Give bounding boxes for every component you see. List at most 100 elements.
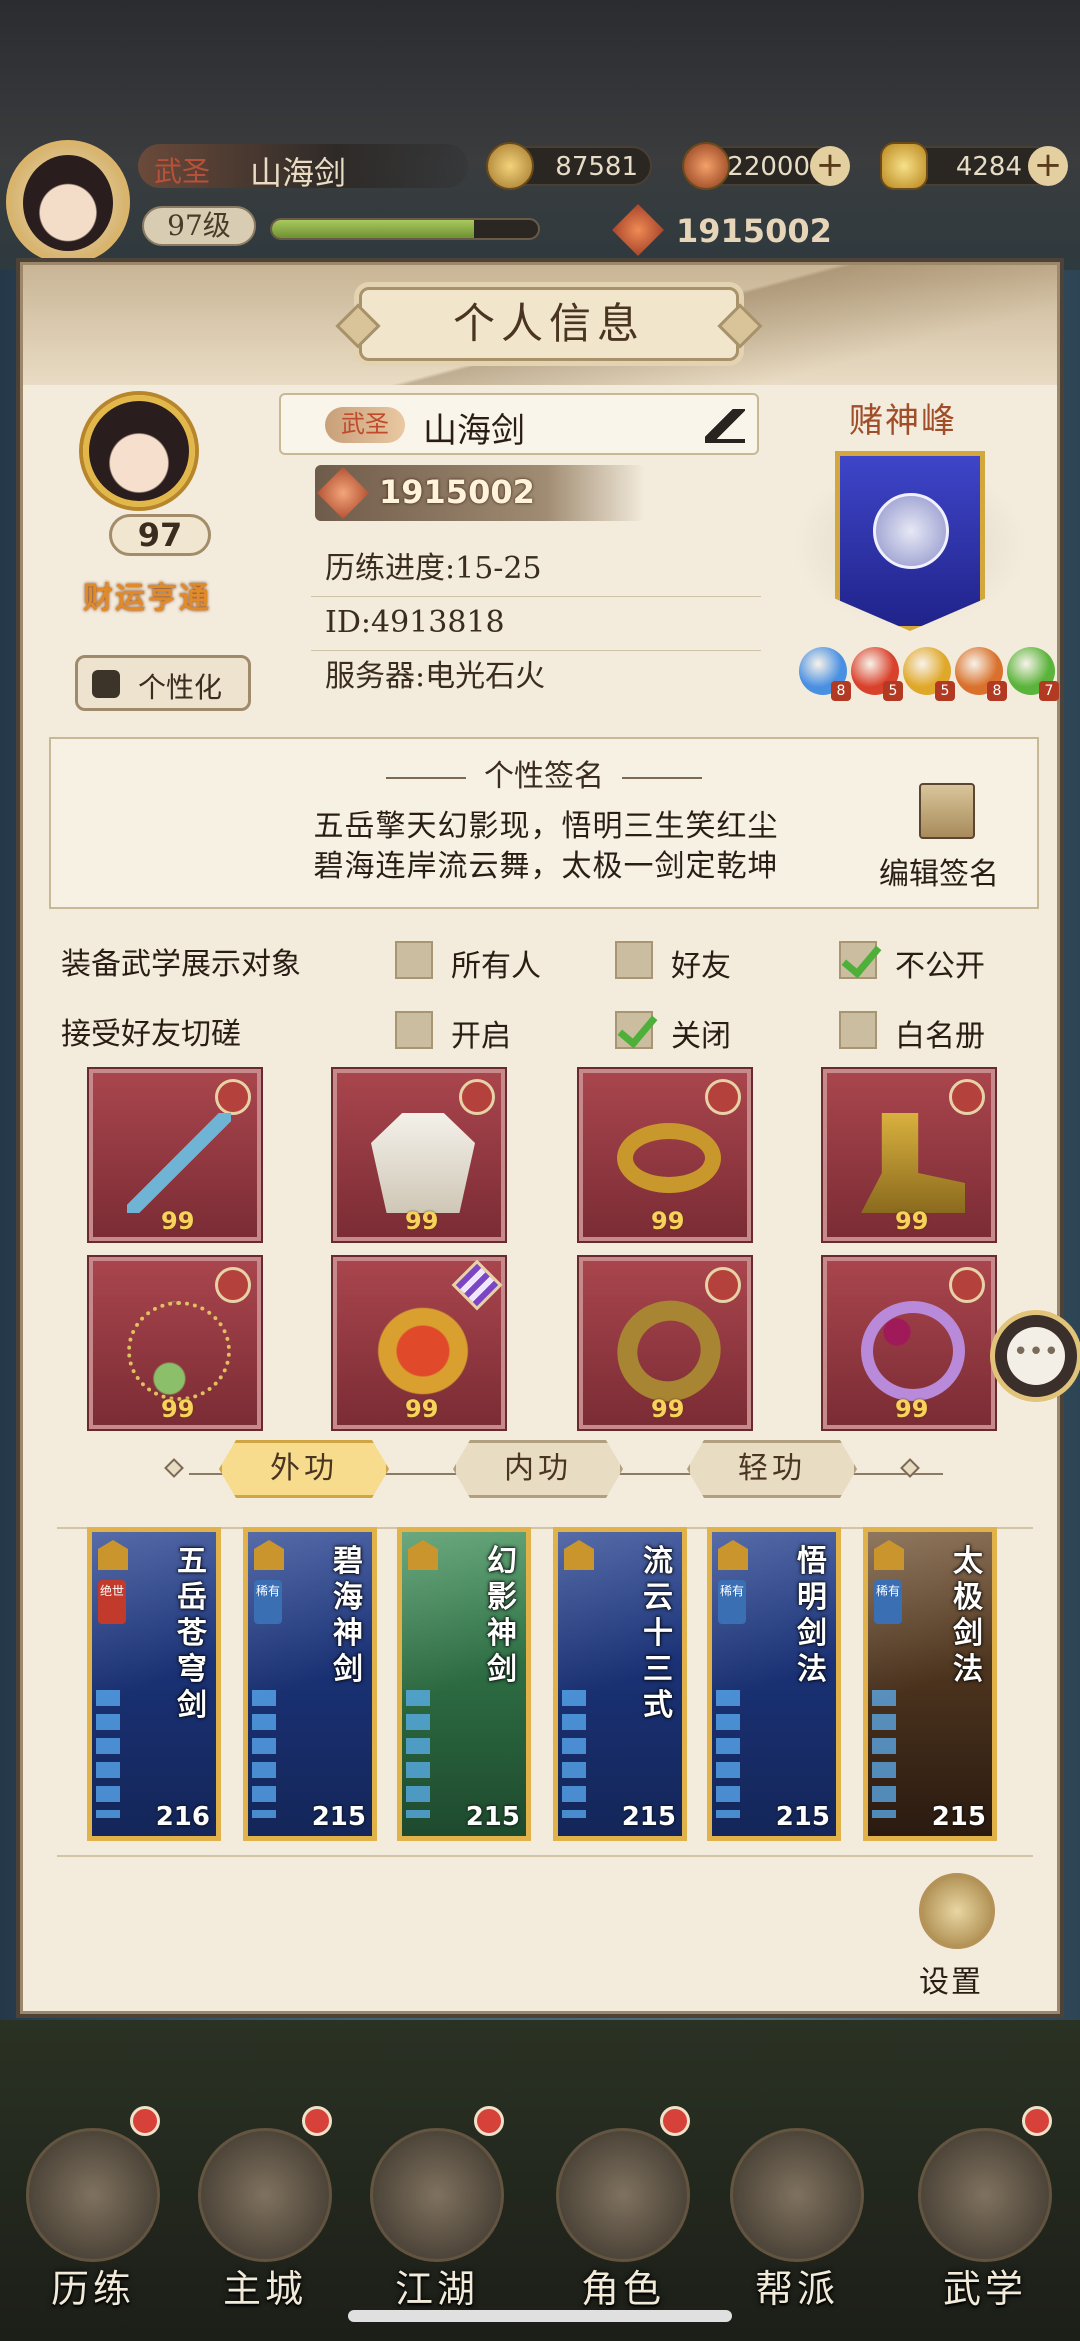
add-gems-button[interactable]: + [810,146,850,186]
checkbox[interactable] [395,941,433,979]
nav-guild[interactable]: 帮派 [712,2088,882,2328]
hud-player-name: 山海剑 [250,154,347,192]
robe-icon [92,670,120,698]
nav-label: 主城 [222,2267,307,2311]
nav-label: 帮派 [754,2267,839,2311]
equip-amulet[interactable]: 99 [333,1257,505,1429]
boots-icon [861,1113,965,1213]
panel-title: 个人信息 [452,299,645,348]
equip-ring[interactable]: 99 [823,1257,995,1429]
option-disable[interactable]: 关闭 [615,1011,775,1055]
nav-label: 角色 [580,2267,665,2311]
option-label: 开启 [451,1019,511,1054]
chat-bubble-icon: ••• [1007,1327,1065,1385]
option-enable[interactable]: 开启 [395,1011,555,1055]
skill-card[interactable]: 流云十三式 215 [553,1527,687,1841]
tabs-end-left [164,1458,184,1478]
nav-martial-arts[interactable]: 武学 [900,2088,1070,2328]
skill-value: 215 [465,1802,520,1832]
nav-main-city[interactable]: 主城 [180,2088,350,2328]
skill-tag: 稀有 [254,1580,282,1624]
power-icon [612,204,664,256]
option-friends[interactable]: 好友 [615,941,775,985]
checkbox[interactable] [615,941,653,979]
nav-character[interactable]: 角色 [538,2088,708,2328]
checkbox-checked[interactable] [615,1011,653,1049]
hud-level: 97级 [142,206,256,246]
power-value: 1915002 [379,473,535,511]
skill-card[interactable]: 绝世 五岳苍穹剑 216 [87,1527,221,1841]
nav-label: 武学 [942,2267,1027,2311]
equip-level: 99 [895,1207,929,1235]
nav-label: 江湖 [394,2267,479,2311]
avatar-portrait [23,155,113,251]
edit-name-icon[interactable] [705,409,745,443]
customize-label: 个性化 [138,671,223,704]
equip-belt[interactable]: 99 [579,1069,751,1241]
star-icon [705,1079,741,1115]
profile-avatar[interactable] [83,395,195,507]
tab-label: 轻功 [738,1451,806,1486]
skill-card[interactable]: 稀有 悟明剑法 215 [707,1527,841,1841]
sword-icon [127,1113,231,1213]
name-box: 武圣 山海剑 [279,393,759,455]
yin-yang-icon [919,1873,995,1949]
add-ingots-button[interactable]: + [1028,146,1068,186]
hud-rank: 武圣 [154,155,211,188]
skill-tag: 绝世 [98,1580,126,1624]
player-name: 山海剑 [423,411,525,451]
settings-button[interactable]: 设置 [897,1873,1017,2000]
notification-dot [130,2106,160,2136]
skill-tag: 稀有 [718,1580,746,1624]
rank-badge: 武圣 [325,407,405,443]
tab-outer-skill[interactable]: 外功 [219,1440,389,1498]
chat-button[interactable]: ••• [990,1310,1080,1402]
nav-jianghu[interactable]: 江湖 [352,2088,522,2328]
checkbox[interactable] [395,1011,433,1049]
skill-value: 215 [931,1802,986,1832]
element-orb: 8 [955,647,1007,701]
equip-bracelet[interactable]: 99 [579,1257,751,1429]
equip-boots[interactable]: 99 [823,1069,995,1241]
option-whitelist[interactable]: 白名册 [839,1011,1019,1055]
necklace-icon [127,1301,231,1401]
amulet-icon [371,1301,475,1401]
option-private[interactable]: 不公开 [839,941,1019,985]
element-orb: 8 [799,647,851,701]
option-all[interactable]: 所有人 [395,941,575,985]
sect-emblem-icon [873,493,949,569]
customize-button[interactable]: 个性化 [75,655,251,711]
skill-title: 幻影神剑 [487,1544,517,1687]
notification-dot [474,2106,504,2136]
hud-avatar[interactable] [6,140,130,264]
skill-title: 碧海神剑 [333,1544,363,1687]
equip-necklace[interactable]: 99 [89,1257,261,1429]
equip-level: 99 [161,1395,195,1423]
nav-training[interactable]: 历练 [8,2088,178,2328]
tab-inner-skill[interactable]: 内功 [453,1440,623,1498]
city-icon [198,2128,332,2262]
progress-line: 历练进度:15-25 [311,545,761,597]
equip-level: 99 [651,1207,685,1235]
edit-signature-button[interactable]: 编辑签名 [879,783,1019,893]
server-line: 服务器:电光石火 [325,659,546,694]
profile-title-badge[interactable]: 财运亨通 [83,573,211,617]
nav-label: 历练 [50,2267,135,2311]
skill-card[interactable]: 幻影神剑 215 [397,1527,531,1841]
notification-dot [660,2106,690,2136]
star-icon [215,1267,251,1303]
skill-value: 216 [155,1802,210,1832]
checkbox[interactable] [839,1011,877,1049]
skill-value: 215 [621,1802,676,1832]
skill-card[interactable]: 稀有 碧海神剑 215 [243,1527,377,1841]
profile-level: 97 [109,514,211,556]
skill-title: 流云十三式 [643,1544,673,1723]
home-indicator[interactable] [348,2310,732,2322]
checkbox-checked[interactable] [839,941,877,979]
equip-sword[interactable]: 99 [89,1069,261,1241]
tab-agility-skill[interactable]: 轻功 [687,1440,857,1498]
orb-count: 7 [1039,681,1059,701]
skill-card[interactable]: 稀有 太极剑法 215 [863,1527,997,1841]
equip-robe[interactable]: 99 [333,1069,505,1241]
star-icon [949,1079,985,1115]
